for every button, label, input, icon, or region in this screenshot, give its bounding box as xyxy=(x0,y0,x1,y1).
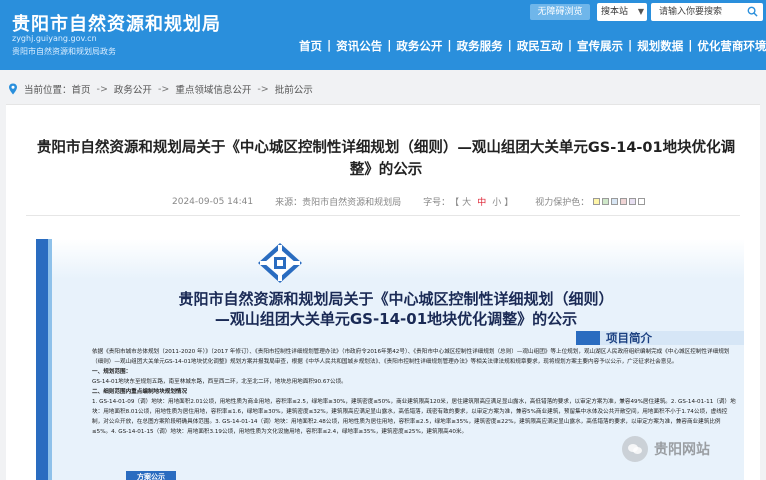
eye-swatch[interactable] xyxy=(611,198,619,205)
nav-item-publicity[interactable]: 宣传展示 xyxy=(574,38,626,54)
breadcrumb-item-pre-approval[interactable]: 批前公示 xyxy=(275,82,313,96)
article-title: 贵阳市自然资源和规划局关于《中心城区控制性详细规划（细则）—观山组团大关单元GS… xyxy=(36,140,736,178)
breadcrumb-arrow: -> xyxy=(257,83,269,95)
nav-item-open-gov[interactable]: 政务公开 xyxy=(393,38,445,54)
wechat-icon xyxy=(622,436,648,462)
nav-separator: | xyxy=(507,38,512,52)
font-size-large-link[interactable]: 大 xyxy=(462,195,471,208)
poster-paragraph: 依据《贵阳市城市总体规划（2011-2020 年）》（2017 年修订）、《贵阳… xyxy=(92,349,730,365)
location-pin-icon xyxy=(9,83,17,95)
article-source: 贵阳市自然资源和规划局 xyxy=(302,198,402,208)
nav-separator: | xyxy=(327,38,332,52)
poster-paragraph: 1. GS-14-01-09（调）地块：用地面积2.01公顷，用地性质为商业用地… xyxy=(92,399,736,435)
poster-body: 依据《贵阳市城市总体规划（2011-2020 年）》（2017 年修订）、《贵阳… xyxy=(92,347,736,437)
accessible-browse-button[interactable]: 无障碍浏览 xyxy=(530,4,590,20)
search-scope-select[interactable]: 搜本站 ▼ xyxy=(597,3,647,21)
poster-title-line: —观山组团大关单元GS-14-01地块优化调整》的公示 xyxy=(214,310,578,328)
nav-item-planning-data[interactable]: 规划数据 xyxy=(634,38,686,54)
main-nav: 首页 | 资讯公告 | 政务公开 | 政务服务 | 政民互动 | 宣传展示 | … xyxy=(296,38,766,54)
eye-swatch[interactable] xyxy=(602,198,610,205)
site-domain: zyghj.guiyang.gov.cn xyxy=(12,34,97,43)
font-size-label: 字号： xyxy=(423,198,451,208)
font-size-medium-link[interactable]: 中 xyxy=(477,195,486,208)
poster-heading: 二、细则范围内重点编制地块规划情况 xyxy=(92,389,188,395)
eye-swatch[interactable] xyxy=(593,198,601,205)
poster-paragraph: GS-14-01地块东至规划五路，南至林城东路，西至西二环，北至北二环，地块总用… xyxy=(92,379,347,385)
nav-item-news[interactable]: 资讯公告 xyxy=(333,38,385,54)
site-title[interactable]: 贵阳市自然资源和规划局 xyxy=(12,10,221,36)
watermark-text: 贵阳网站 xyxy=(654,442,710,458)
font-bracket-close: 】 xyxy=(504,198,514,208)
eye-swatch[interactable] xyxy=(620,198,628,205)
poster-heading: 一、规划范围： xyxy=(92,369,132,375)
search-placeholder: 请输入你要搜索 xyxy=(659,7,723,17)
nav-separator: | xyxy=(387,38,392,52)
site-subtitle: 贵阳市自然资源和规划局政务 xyxy=(12,47,116,56)
article-date: 2024-09-05 14:41 xyxy=(172,196,254,207)
search-icon[interactable] xyxy=(747,6,758,17)
article-meta: 2024-09-05 14:41 来源： 贵阳市自然资源和规划局 字号： 【 大… xyxy=(172,195,646,208)
nav-separator: | xyxy=(567,38,573,52)
nav-item-home[interactable]: 首页 xyxy=(296,38,325,54)
nav-item-services[interactable]: 政务服务 xyxy=(454,38,506,54)
search-input[interactable]: 请输入你要搜索 xyxy=(651,3,763,21)
font-bracket-open: 【 xyxy=(450,198,460,208)
search-scope-label: 搜本站 xyxy=(601,7,629,17)
eye-protect-label: 视力保护色： xyxy=(535,198,590,208)
font-size-small-link[interactable]: 小 xyxy=(492,195,501,208)
nav-separator: | xyxy=(628,38,633,52)
eye-swatch[interactable] xyxy=(629,198,637,205)
breadcrumb-arrow: -> xyxy=(157,83,170,95)
watermark: 贵阳网站 xyxy=(622,434,710,464)
breadcrumb-item-home[interactable]: 首页 xyxy=(72,82,91,96)
nav-separator: | xyxy=(688,38,693,52)
poster-top-band xyxy=(52,239,744,279)
project-intro-banner: 项目简介 xyxy=(576,331,744,345)
poster-decor-bar xyxy=(36,239,48,480)
chevron-down-icon: ▼ xyxy=(637,7,644,16)
nav-item-business-env[interactable]: 优化营商环境 xyxy=(694,38,766,54)
poster-title: 贵阳市自然资源和规划局关于《中心城区控制性详细规划（细则） —观山组团大关单元G… xyxy=(76,289,716,329)
eye-swatch[interactable] xyxy=(638,198,646,205)
planning-emblem-icon xyxy=(258,243,302,283)
breadcrumb-label: 当前位置： xyxy=(24,85,72,96)
source-label: 来源： xyxy=(275,198,303,208)
meta-divider xyxy=(26,215,740,216)
nav-item-interaction[interactable]: 政民互动 xyxy=(514,38,566,54)
eye-protect-swatches xyxy=(593,198,646,205)
site-header: 贵阳市自然资源和规划局 zyghj.guiyang.gov.cn 贵阳市自然资源… xyxy=(0,0,766,70)
breadcrumb: 当前位置： 首页 -> 政务公开 -> 重点领域信息公开 -> 批前公示 xyxy=(8,80,313,98)
poster-bottom-tab: 方案公示 xyxy=(126,471,176,480)
poster-title-line: 贵阳市自然资源和规划局关于《中心城区控制性详细规划（细则） xyxy=(178,290,614,308)
breadcrumb-item-open-gov[interactable]: 政务公开 xyxy=(114,82,152,96)
article-card: 贵阳市自然资源和规划局关于《中心城区控制性详细规划（细则） —观山组团大关单元GS… xyxy=(6,104,760,480)
nav-separator: | xyxy=(447,38,452,52)
breadcrumb-item-key-areas[interactable]: 重点领域信息公开 xyxy=(175,82,251,96)
breadcrumb-arrow: -> xyxy=(96,83,108,95)
